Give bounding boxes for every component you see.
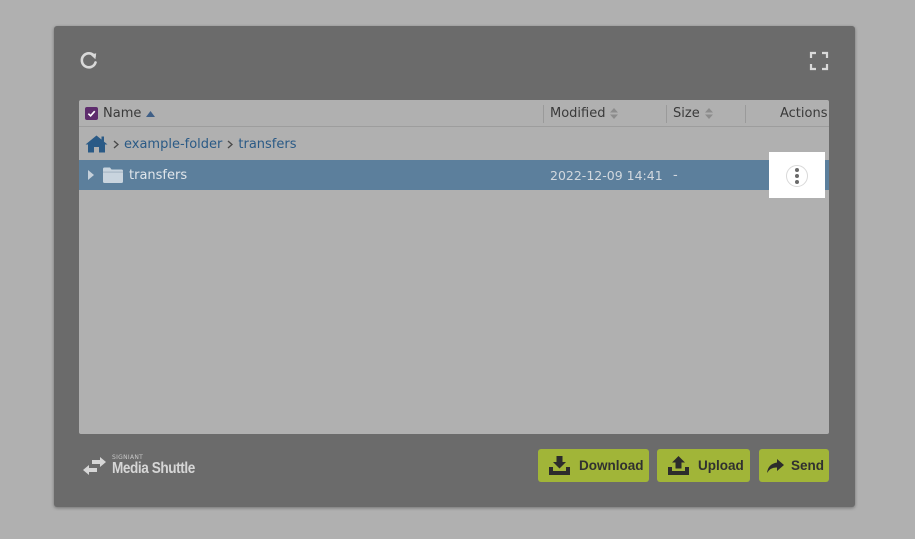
column-actions-label: Actions bbox=[780, 106, 828, 121]
sort-icon bbox=[704, 108, 713, 119]
send-button[interactable]: Send bbox=[759, 449, 829, 482]
download-icon bbox=[549, 456, 570, 475]
more-actions-icon[interactable] bbox=[786, 165, 808, 187]
upload-button[interactable]: Upload bbox=[657, 449, 750, 482]
media-shuttle-logo: SIGNIANT Media Shuttle bbox=[83, 451, 210, 481]
column-name-label: Name bbox=[103, 106, 142, 121]
chevron-right-icon bbox=[227, 139, 234, 149]
fullscreen-icon[interactable] bbox=[809, 51, 829, 71]
folder-icon bbox=[103, 160, 123, 190]
column-size-header[interactable]: Size bbox=[673, 100, 713, 127]
sort-icon bbox=[610, 108, 619, 119]
upload-label: Upload bbox=[698, 458, 744, 473]
select-all-checkbox[interactable] bbox=[85, 107, 98, 120]
send-label: Send bbox=[791, 458, 825, 473]
refresh-icon[interactable] bbox=[79, 50, 99, 70]
transfer-panel: Name Modified Size Actions example-folde… bbox=[54, 26, 855, 507]
breadcrumb: example-folder transfers bbox=[85, 134, 297, 154]
home-icon[interactable] bbox=[85, 135, 108, 153]
file-modified: 2022-12-09 14:41 bbox=[550, 167, 663, 183]
file-name: transfers bbox=[129, 167, 188, 183]
download-label: Download bbox=[579, 458, 644, 473]
file-row[interactable]: transfers 2022-12-09 14:41 - bbox=[79, 160, 829, 190]
column-modified-label: Modified bbox=[550, 106, 606, 121]
swap-arrows-icon bbox=[83, 457, 106, 475]
breadcrumb-item-example-folder[interactable]: example-folder bbox=[124, 137, 222, 152]
column-actions-header: Actions bbox=[780, 100, 828, 127]
column-name-header[interactable]: Name bbox=[85, 100, 156, 127]
column-modified-header[interactable]: Modified bbox=[550, 100, 619, 127]
column-divider[interactable] bbox=[745, 105, 746, 123]
brand-name: Media Shuttle bbox=[112, 460, 195, 477]
file-list-header: Name Modified Size Actions bbox=[79, 100, 829, 127]
upload-icon bbox=[668, 456, 689, 475]
share-arrow-icon bbox=[767, 458, 784, 473]
chevron-right-icon bbox=[113, 139, 119, 149]
file-size: - bbox=[673, 167, 678, 183]
column-divider[interactable] bbox=[543, 105, 544, 123]
breadcrumb-item-transfers[interactable]: transfers bbox=[238, 137, 296, 152]
download-button[interactable]: Download bbox=[538, 449, 649, 482]
sort-ascending-icon bbox=[146, 106, 156, 121]
expand-caret-icon[interactable] bbox=[88, 160, 94, 190]
file-browser: Name Modified Size Actions example-folde… bbox=[79, 100, 829, 434]
column-divider[interactable] bbox=[666, 105, 667, 123]
column-size-label: Size bbox=[673, 106, 700, 121]
